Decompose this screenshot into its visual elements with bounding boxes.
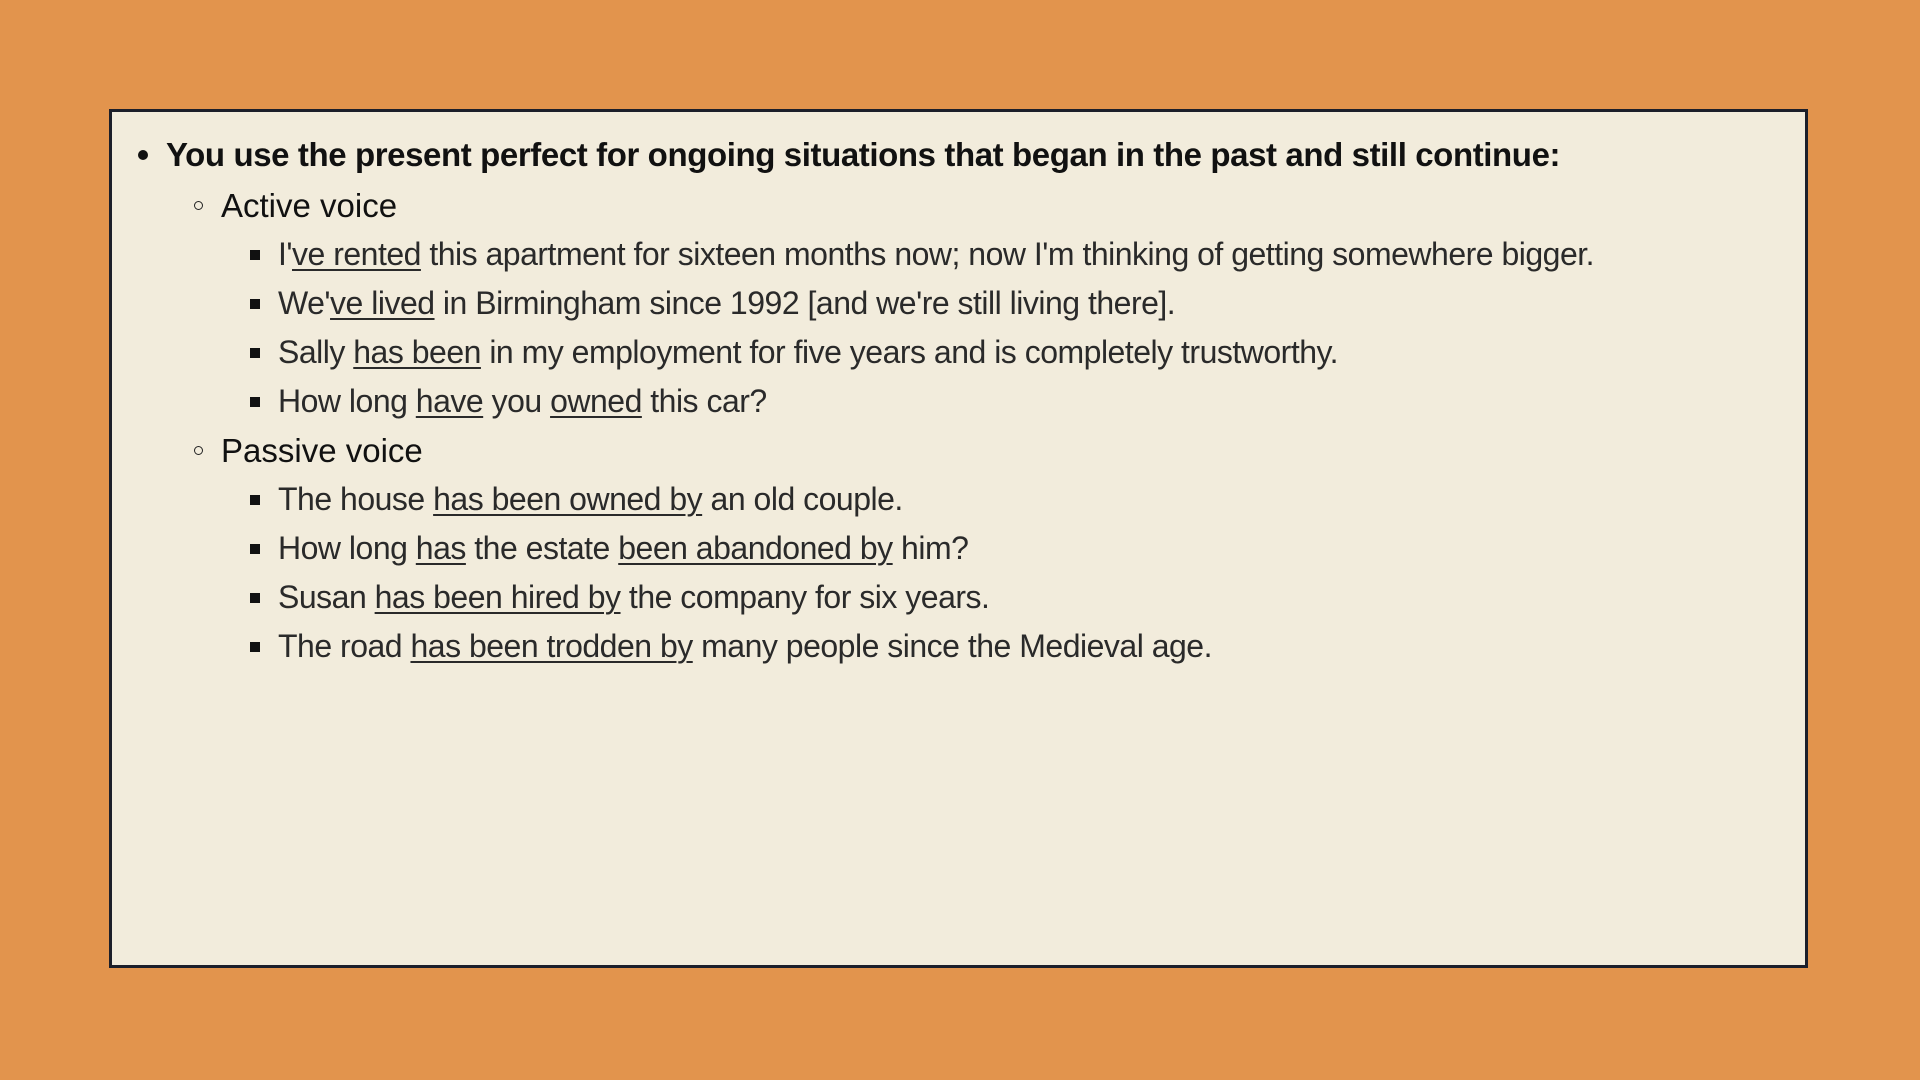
verb-phrase: has been trodden by [410,628,693,664]
example-item: The house has been owned by an old coupl… [250,475,1212,524]
active-voice-section: Active voice I've rented this apartment … [194,181,1595,426]
example-sentence: The house has been owned by an old coupl… [278,481,903,517]
passive-voice-section: Passive voice The house has been owned b… [194,426,1212,671]
square-bullet-icon [250,298,260,309]
example-item: We've lived in Birmingham since 1992 [an… [250,279,1594,328]
circle-bullet-icon [194,201,203,210]
disc-bullet-icon [138,150,148,160]
verb-phrase: has been owned by [433,481,703,517]
example-item: I've rented this apartment for sixteen m… [250,230,1595,279]
verb-phrase: have [415,383,484,419]
active-voice-title: Active voice [221,186,398,224]
example-sentence: How long have you owned this car? [278,383,767,419]
example-item: Sally has been in my employment for five… [250,328,1594,377]
main-heading: You use the present perfect for ongoing … [166,136,1561,173]
example-item: Susan has been hired by the company for … [250,573,1212,622]
verb-phrase: owned [550,383,642,419]
main-bullet-item: You use the present perfect for ongoing … [138,136,1561,174]
verb-phrase: has [415,530,467,566]
example-sentence: How long has the estate been abandoned b… [278,530,969,566]
verb-phrase: ve rented [292,236,421,272]
example-sentence: I've rented this apartment for sixteen m… [278,236,1595,272]
example-sentence: Sally has been in my employment for five… [278,334,1339,370]
square-bullet-icon [250,543,260,554]
square-bullet-icon [250,494,260,505]
square-bullet-icon [250,641,260,652]
verb-phrase: has been [353,334,481,370]
active-voice-item: Active voice [194,181,1594,230]
example-item: How long have you owned this car? [250,377,1594,426]
example-item: The road has been trodden by many people… [250,622,1212,671]
example-sentence: Susan has been hired by the company for … [278,579,990,615]
example-sentence: We've lived in Birmingham since 1992 [an… [278,285,1176,321]
active-examples-list: I've rented this apartment for sixteen m… [194,230,1595,426]
square-bullet-icon [250,592,260,603]
circle-bullet-icon [194,446,203,455]
example-item: How long has the estate been abandoned b… [250,524,1212,573]
square-bullet-icon [250,249,260,260]
verb-phrase: been abandoned by [618,530,893,566]
verb-phrase: ve lived [330,285,435,321]
content-card: You use the present perfect for ongoing … [109,109,1808,968]
passive-voice-item: Passive voice [194,426,1212,475]
example-sentence: The road has been trodden by many people… [278,628,1212,664]
passive-voice-title: Passive voice [221,431,423,469]
verb-phrase: has been hired by [374,579,621,615]
square-bullet-icon [250,347,260,358]
passive-examples-list: The house has been owned by an old coupl… [194,475,1212,671]
square-bullet-icon [250,396,260,407]
